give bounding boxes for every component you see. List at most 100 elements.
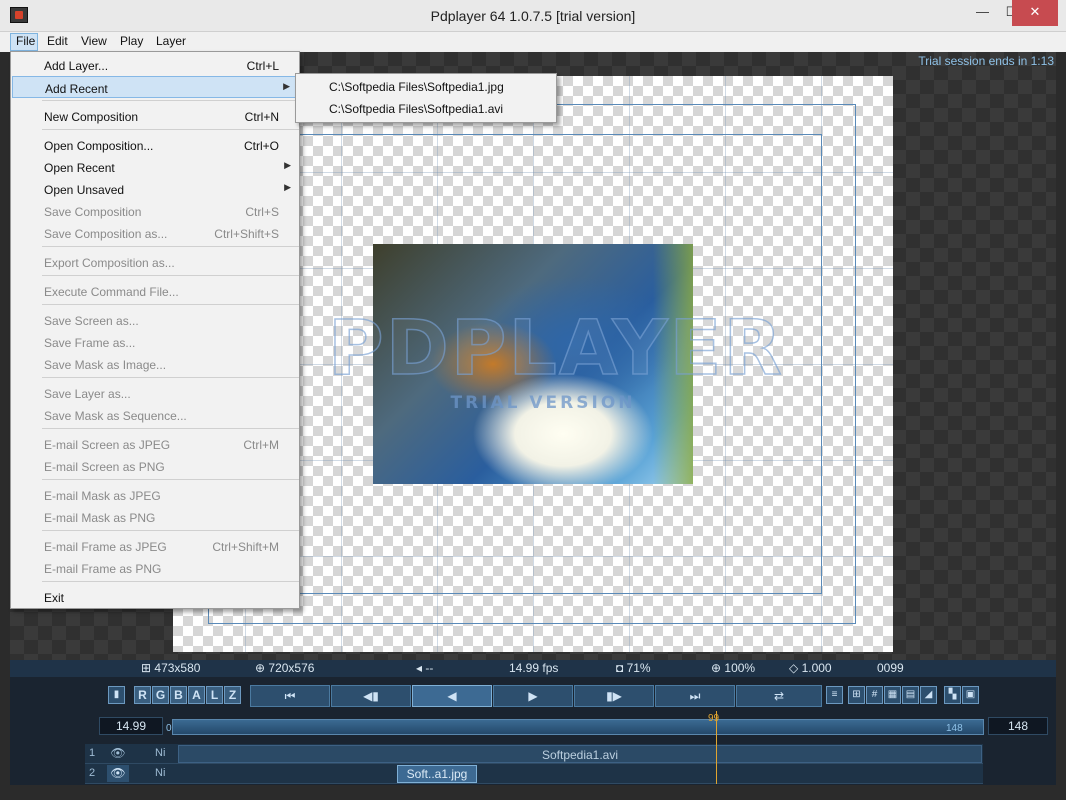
submenu-arrow-icon: ▶ bbox=[284, 182, 291, 192]
menu-separator bbox=[42, 304, 299, 305]
layer-ni-label: Ni bbox=[155, 747, 166, 759]
layer-clip[interactable]: Soft..a1.jpg bbox=[397, 765, 477, 783]
add-recent-submenu: C:\Softpedia Files\Softpedia1.jpg C:\Sof… bbox=[295, 73, 557, 123]
layer-row[interactable]: 2 👁 Ni Soft..a1.jpg bbox=[85, 764, 983, 784]
menu-edit[interactable]: Edit bbox=[47, 34, 68, 48]
menu-item-email-frame-png[interactable]: E-mail Frame as PNG bbox=[12, 557, 299, 579]
menu-item-new-composition[interactable]: New Composition Ctrl+N bbox=[12, 105, 299, 127]
loop-mode-button[interactable]: ⇄ bbox=[736, 685, 822, 707]
menu-item-open-unsaved[interactable]: Open Unsaved ▶ bbox=[12, 178, 299, 200]
recent-file-item[interactable]: C:\Softpedia Files\Softpedia1.avi bbox=[329, 102, 503, 116]
file-menu-dropdown: Add Layer... Ctrl+L Add Recent ▶ New Compo… bbox=[10, 51, 300, 609]
channel-a-button[interactable]: A bbox=[188, 686, 205, 704]
go-to-end-button[interactable]: ⏭ bbox=[655, 685, 735, 707]
menu-item-execute-command-file[interactable]: Execute Command File... bbox=[12, 280, 299, 302]
step-forward-button[interactable]: ▮▶ bbox=[574, 685, 654, 707]
layer-row[interactable]: 1 👁 Ni Softpedia1.avi bbox=[85, 744, 983, 764]
audio-readout: ◂ -- bbox=[416, 661, 434, 675]
menu-item-exit[interactable]: Exit bbox=[12, 586, 299, 608]
checker-icon[interactable]: ▦ bbox=[884, 686, 901, 704]
layers-panel: 1 👁 Ni Softpedia1.avi 2 👁 Ni Soft..a1.jp… bbox=[10, 743, 1056, 785]
menu-item-save-mask-image[interactable]: Save Mask as Image... bbox=[12, 353, 299, 375]
menu-separator bbox=[42, 275, 299, 276]
menu-item-email-mask-png[interactable]: E-mail Mask as PNG bbox=[12, 506, 299, 528]
channel-b-button[interactable]: B bbox=[170, 686, 187, 704]
status-info-bar: ⊞ 473x580 ⊕ 720x576 ◂ -- 14.99 fps ◘ 71%… bbox=[10, 660, 1056, 677]
comp-size-readout: ⊕ 720x576 bbox=[255, 661, 315, 675]
submenu-arrow-icon: ▶ bbox=[283, 81, 290, 91]
trial-session-note: Trial session ends in 1:13 bbox=[918, 54, 1054, 68]
menu-file[interactable]: File bbox=[10, 33, 38, 51]
recent-file-item[interactable]: C:\Softpedia Files\Softpedia1.jpg bbox=[329, 80, 504, 94]
menu-separator bbox=[42, 428, 299, 429]
menu-item-add-layer[interactable]: Add Layer... Ctrl+L bbox=[12, 54, 299, 76]
menu-item-save-composition[interactable]: Save Composition Ctrl+S bbox=[12, 200, 299, 222]
window-title: Pdplayer 64 1.0.7.5 [trial version] bbox=[430, 8, 636, 24]
menu-separator bbox=[42, 100, 299, 101]
menu-item-email-frame-jpeg[interactable]: E-mail Frame as JPEG Ctrl+Shift+M bbox=[12, 535, 299, 557]
title-bar: Pdplayer 64 1.0.7.5 [trial version] — ☐ … bbox=[0, 0, 1066, 32]
channel-z-button[interactable]: Z bbox=[224, 686, 241, 704]
menu-play[interactable]: Play bbox=[120, 34, 143, 48]
menu-item-save-mask-sequence[interactable]: Save Mask as Sequence... bbox=[12, 404, 299, 426]
aspect-readout: ◇ 1.000 bbox=[789, 661, 832, 675]
menu-item-email-mask-jpeg[interactable]: E-mail Mask as JPEG bbox=[12, 484, 299, 506]
panel-toggle-icon[interactable]: ▮ bbox=[108, 686, 125, 704]
guides-icon[interactable]: ▤ bbox=[902, 686, 919, 704]
menu-item-save-composition-as[interactable]: Save Composition as... Ctrl+Shift+S bbox=[12, 222, 299, 244]
list-view-icon[interactable]: ≡ bbox=[826, 686, 843, 704]
menu-separator bbox=[42, 479, 299, 480]
fps-readout: 14.99 fps bbox=[509, 661, 559, 675]
fps-input[interactable]: 14.99 bbox=[99, 717, 163, 735]
menu-separator bbox=[42, 530, 299, 531]
playhead[interactable] bbox=[716, 711, 717, 784]
menu-item-save-layer[interactable]: Save Layer as... bbox=[12, 382, 299, 404]
layer-ni-label: Ni bbox=[155, 767, 166, 779]
submenu-arrow-icon: ▶ bbox=[284, 160, 291, 170]
zoom-readout: ⊕ 100% bbox=[711, 661, 756, 675]
layer-number: 2 bbox=[89, 767, 96, 779]
frame-readout: 0099 bbox=[877, 661, 904, 675]
eye-icon[interactable]: 👁 bbox=[107, 765, 129, 782]
layer-clip[interactable]: Softpedia1.avi bbox=[178, 745, 982, 763]
timeline-scrubber[interactable] bbox=[172, 719, 984, 735]
current-frame-label: 99 bbox=[708, 713, 720, 724]
watermark-logo: PDPLAYER bbox=[327, 303, 784, 392]
safe-frame-icon[interactable]: ⊞ bbox=[848, 686, 865, 704]
menu-item-save-frame[interactable]: Save Frame as... bbox=[12, 331, 299, 353]
timeline-end-label: 148 bbox=[946, 723, 963, 734]
menu-item-open-recent[interactable]: Open Recent ▶ bbox=[12, 156, 299, 178]
menu-item-save-screen[interactable]: Save Screen as... bbox=[12, 309, 299, 331]
channel-g-button[interactable]: G bbox=[152, 686, 169, 704]
menu-item-open-composition[interactable]: Open Composition... Ctrl+O bbox=[12, 134, 299, 156]
play-backward-button[interactable]: ◀ bbox=[412, 685, 492, 707]
timeline-start-label: 0 bbox=[166, 723, 172, 734]
play-forward-button[interactable]: ▶ bbox=[493, 685, 573, 707]
fullscreen-icon[interactable]: ▣ bbox=[962, 686, 979, 704]
channel-r-button[interactable]: R bbox=[134, 686, 151, 704]
layer-size-readout: ⊞ 473x580 bbox=[141, 661, 201, 675]
menu-separator bbox=[42, 129, 299, 130]
menu-item-email-screen-png[interactable]: E-mail Screen as PNG bbox=[12, 455, 299, 477]
gradient-icon[interactable]: ◢ bbox=[920, 686, 937, 704]
layer-number: 1 bbox=[89, 747, 96, 759]
menu-separator bbox=[42, 581, 299, 582]
watermark-subtitle: TRIAL VERSION bbox=[450, 393, 636, 413]
menu-view[interactable]: View bbox=[81, 34, 107, 48]
eye-icon[interactable]: 👁 bbox=[107, 745, 129, 762]
playback-controls: ▮ R G B A L Z ⏮ ◀▮ ◀ ▶ ▮▶ ⏭ ⇄ ≡ ⊞ # ▦ ▤ … bbox=[10, 677, 1056, 717]
opacity-readout: ◘ 71% bbox=[616, 661, 651, 675]
channel-l-button[interactable]: L bbox=[206, 686, 223, 704]
menu-item-export-composition[interactable]: Export Composition as... bbox=[12, 251, 299, 273]
menu-layer[interactable]: Layer bbox=[156, 34, 186, 48]
grid-icon[interactable]: # bbox=[866, 686, 883, 704]
menu-item-add-recent[interactable]: Add Recent ▶ bbox=[12, 76, 299, 98]
end-frame-input[interactable]: 148 bbox=[988, 717, 1048, 735]
step-back-button[interactable]: ◀▮ bbox=[331, 685, 411, 707]
menu-item-email-screen-jpeg[interactable]: E-mail Screen as JPEG Ctrl+M bbox=[12, 433, 299, 455]
menu-bar: File Edit View Play Layer bbox=[0, 32, 1066, 52]
close-button[interactable]: ✕ bbox=[1012, 0, 1058, 26]
layout-icon[interactable]: ▚ bbox=[944, 686, 961, 704]
go-to-start-button[interactable]: ⏮ bbox=[250, 685, 330, 707]
menu-separator bbox=[42, 246, 299, 247]
